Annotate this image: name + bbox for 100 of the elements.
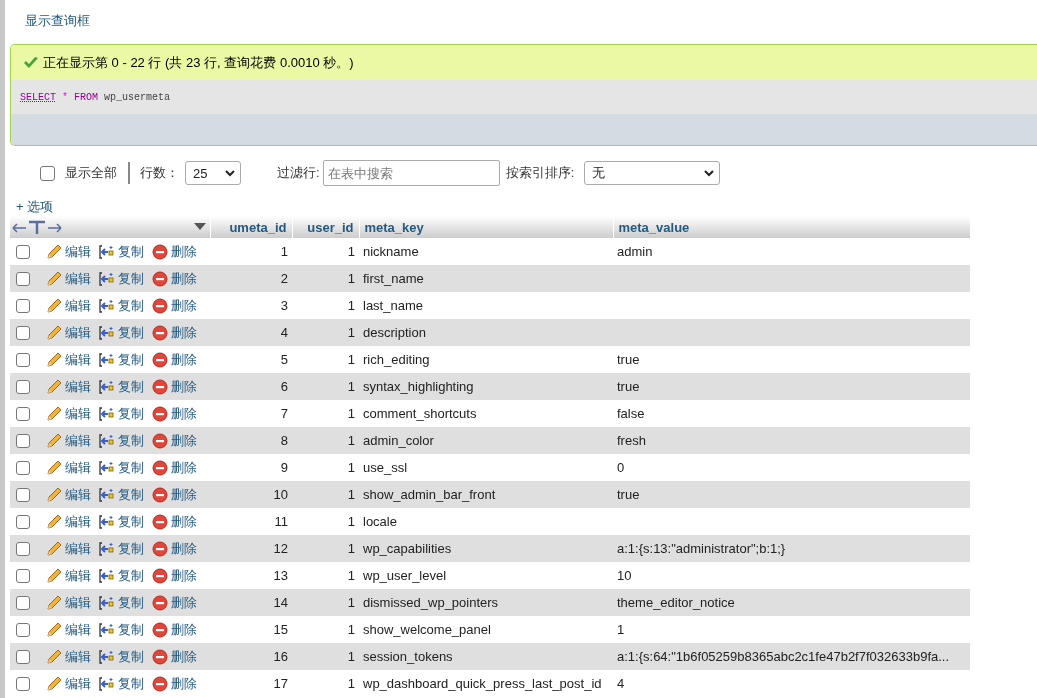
insert-row-icon [99,324,115,341]
edit-link[interactable]: 编辑 [46,323,91,342]
edit-link[interactable]: 编辑 [46,242,91,261]
delete-icon [152,513,168,530]
row-checkbox[interactable] [16,406,30,421]
copy-link[interactable]: 复制 [99,674,144,693]
row-checkbox[interactable] [16,595,30,610]
edit-link[interactable]: 编辑 [46,485,91,504]
edit-link[interactable]: 编辑 [46,674,91,693]
row-checkbox[interactable] [16,298,30,313]
filter-search-field[interactable]: 在表中搜索 [322,160,500,186]
insert-row-icon [99,459,115,476]
table-cell: rich_editing [363,352,430,367]
row-checkbox[interactable] [16,649,30,664]
rows-select[interactable]: 25 [185,161,241,185]
sort-index-select[interactable]: 无 [584,161,721,185]
edit-link[interactable]: 编辑 [46,296,91,315]
pencil-icon [46,324,62,341]
delete-link[interactable]: 删除 [152,242,197,261]
sql-keyword[interactable]: SELECT [20,91,56,103]
edit-link[interactable]: 编辑 [46,620,91,639]
row-checkbox[interactable] [16,244,30,259]
row-checkbox[interactable] [16,460,30,475]
edit-link[interactable]: 编辑 [46,593,91,612]
edit-link[interactable]: 编辑 [46,539,91,558]
show-all-checkbox[interactable] [40,165,55,181]
row-checkbox[interactable] [16,622,30,637]
row-checkbox[interactable] [16,487,30,502]
edit-link[interactable]: 编辑 [46,377,91,396]
edit-link[interactable]: 编辑 [46,404,91,423]
show-query-box-link[interactable]: 显示查询框 [25,12,90,30]
delete-link[interactable]: 删除 [152,674,197,693]
edit-link[interactable]: 编辑 [46,350,91,369]
column-header[interactable]: meta_value [613,216,970,238]
copy-link[interactable]: 复制 [99,296,144,315]
edit-link[interactable]: 编辑 [46,431,91,450]
dropdown-triangle-icon[interactable] [193,223,206,231]
edit-link[interactable]: 编辑 [46,647,91,666]
table-cell: 6 [280,379,288,394]
row-checkbox[interactable] [16,379,30,394]
row-checkbox[interactable] [16,541,30,556]
column-header[interactable]: meta_key [359,216,613,238]
copy-link[interactable]: 复制 [99,458,144,477]
delete-link[interactable]: 删除 [152,377,197,396]
table-cell: 4 [617,676,625,691]
delete-link[interactable]: 删除 [152,269,197,288]
edit-link[interactable]: 编辑 [46,269,91,288]
copy-link[interactable]: 复制 [99,566,144,585]
copy-link[interactable]: 复制 [99,377,144,396]
table-cell: admin [617,244,653,259]
copy-link[interactable]: 复制 [99,431,144,450]
copy-link[interactable]: 复制 [99,512,144,531]
delete-link[interactable]: 删除 [152,647,197,666]
sql-keyword: FROM [74,91,99,103]
table-cell: wp_user_level [363,568,447,583]
delete-link[interactable]: 删除 [152,323,197,342]
delete-icon [152,648,168,665]
row-checkbox[interactable] [16,514,30,529]
delete-link[interactable]: 删除 [152,620,197,639]
delete-link[interactable]: 删除 [152,593,197,612]
copy-link[interactable]: 复制 [99,350,144,369]
delete-link[interactable]: 删除 [152,539,197,558]
delete-link[interactable]: 删除 [152,512,197,531]
copy-link[interactable]: 复制 [99,539,144,558]
edit-link[interactable]: 编辑 [46,458,91,477]
copy-link[interactable]: 复制 [99,404,144,423]
copy-link[interactable]: 复制 [99,242,144,261]
row-checkbox[interactable] [16,433,30,448]
table-cell: true [617,379,640,394]
table-cell: 13 [273,568,288,583]
delete-link[interactable]: 删除 [152,350,197,369]
edit-link[interactable]: 编辑 [46,512,91,531]
row-checkbox[interactable] [16,676,30,691]
delete-link[interactable]: 删除 [152,296,197,315]
column-header[interactable]: user_id [292,216,359,238]
column-header[interactable]: umeta_id [210,216,292,238]
copy-link[interactable]: 复制 [99,647,144,666]
table-cell: 1 [347,595,355,610]
column-resize-arrows-icon[interactable] [12,219,62,235]
options-link[interactable]: + 选项 [16,198,54,216]
copy-link[interactable]: 复制 [99,485,144,504]
row-checkbox[interactable] [16,271,30,286]
copy-link[interactable]: 复制 [99,620,144,639]
row-checkbox[interactable] [16,325,30,340]
delete-link[interactable]: 删除 [152,566,197,585]
pencil-icon [46,567,62,584]
edit-link[interactable]: 编辑 [46,566,91,585]
row-checkbox[interactable] [16,568,30,583]
table-cell: 14 [273,595,288,610]
delete-link[interactable]: 删除 [152,431,197,450]
copy-link[interactable]: 复制 [99,593,144,612]
delete-link[interactable]: 删除 [152,404,197,423]
copy-link[interactable]: 复制 [99,269,144,288]
pencil-icon [46,270,62,287]
delete-link[interactable]: 删除 [152,485,197,504]
table-cell: first_name [363,271,424,286]
delete-link[interactable]: 删除 [152,458,197,477]
copy-link[interactable]: 复制 [99,323,144,342]
insert-row-icon [99,432,115,449]
row-checkbox[interactable] [16,352,30,367]
